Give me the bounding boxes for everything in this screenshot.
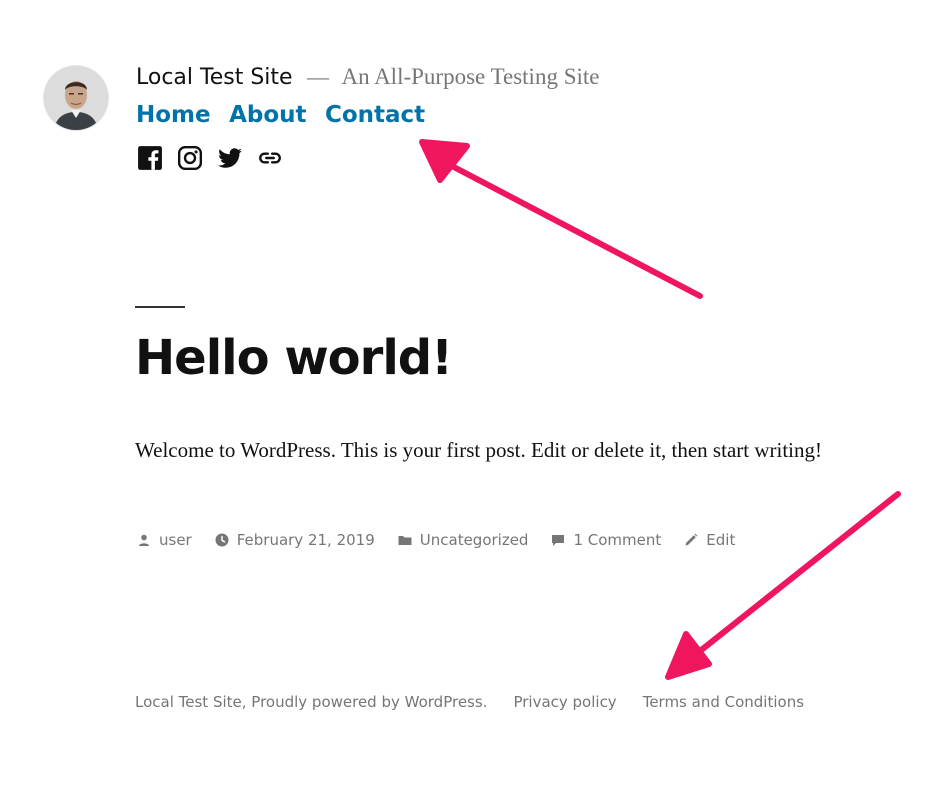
site-footer: Local Test Site, Proudly powered by Word…	[135, 693, 830, 711]
meta-comments[interactable]: 1 Comment	[550, 531, 661, 549]
primary-nav: Home About Contact	[136, 102, 439, 128]
edit-link: Edit	[706, 531, 736, 549]
person-icon	[139, 534, 149, 546]
category-name: Uncategorized	[419, 531, 529, 549]
footer-terms-link[interactable]: Terms and Conditions	[643, 693, 804, 711]
instagram-icon[interactable]	[177, 145, 203, 171]
avatar-photo-icon	[44, 66, 108, 130]
nav-about[interactable]: About	[229, 102, 306, 128]
site-description: An All-Purpose Testing Site	[341, 64, 600, 89]
nav-contact[interactable]: Contact	[325, 102, 425, 128]
arrow-to-nav	[419, 139, 703, 299]
site-title[interactable]: Local Test Site	[136, 65, 293, 90]
title-separator: —	[307, 64, 330, 89]
clock-icon	[215, 533, 229, 547]
title-divider	[135, 306, 185, 308]
post-content: Welcome to WordPress. This is your first…	[135, 438, 822, 462]
footer-privacy-link[interactable]: Privacy policy	[513, 693, 616, 711]
comment-icon	[552, 535, 565, 546]
author-name: user	[159, 531, 192, 549]
pencil-icon	[685, 533, 698, 546]
site-branding: Local Test Site — An All-Purpose Testing…	[136, 64, 599, 94]
post-meta: user February 21, 2019 Uncategorized 1 C…	[136, 531, 757, 549]
folder-icon	[398, 536, 412, 545]
arrow-to-terms	[665, 491, 901, 680]
social-links	[137, 145, 283, 171]
meta-author[interactable]: user	[136, 531, 192, 549]
avatar[interactable]	[44, 66, 108, 130]
post-date: February 21, 2019	[236, 531, 375, 549]
nav-home[interactable]: Home	[136, 102, 211, 128]
meta-date[interactable]: February 21, 2019	[214, 531, 375, 549]
twitter-icon[interactable]	[217, 145, 243, 171]
meta-category[interactable]: Uncategorized	[397, 531, 529, 549]
link-icon[interactable]	[257, 145, 283, 171]
footer-credit[interactable]: Local Test Site, Proudly powered by Word…	[135, 693, 487, 711]
meta-edit[interactable]: Edit	[683, 531, 735, 549]
comments-count: 1 Comment	[573, 531, 662, 549]
post-title[interactable]: Hello world!	[135, 330, 453, 386]
facebook-icon[interactable]	[137, 145, 163, 171]
